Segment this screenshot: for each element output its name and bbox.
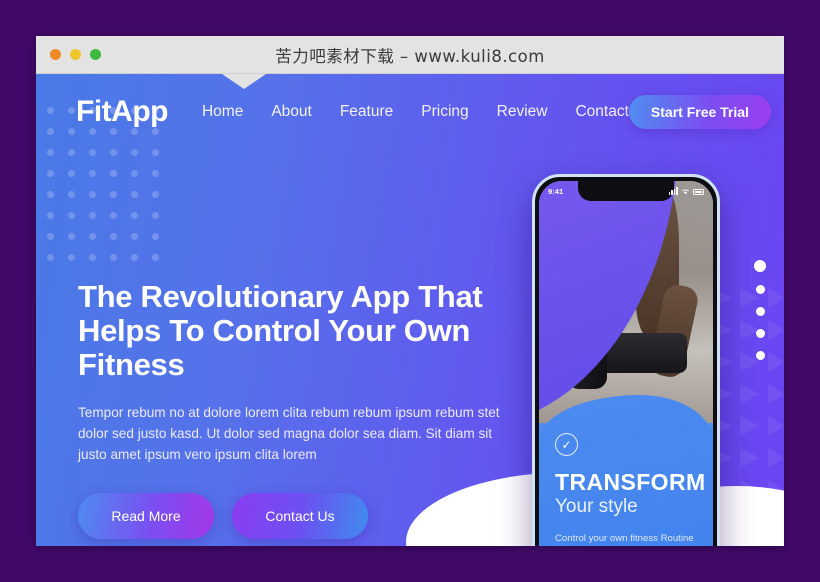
hero-cta-row: Read More Contact Us bbox=[78, 493, 520, 539]
hero-text-block: The Revolutionary App That Helps To Cont… bbox=[78, 150, 520, 546]
nav-link-contact[interactable]: Contact bbox=[575, 103, 628, 121]
phone-mockup-wrapper: ✓ TRANSFORM Your style Control your own … bbox=[532, 150, 720, 546]
contact-us-button[interactable]: Contact Us bbox=[232, 493, 368, 539]
slide-dot-nav bbox=[754, 260, 766, 360]
read-more-button[interactable]: Read More bbox=[78, 493, 214, 539]
nav-link-home[interactable]: Home bbox=[202, 103, 243, 121]
navbar: FitApp Home About Feature Pricing Review… bbox=[36, 74, 784, 150]
hero-section: FitApp Home About Feature Pricing Review… bbox=[36, 74, 784, 546]
phone-mockup: ✓ TRANSFORM Your style Control your own … bbox=[532, 174, 720, 546]
slide-dot-1[interactable] bbox=[754, 260, 766, 272]
phone-card-description: Control your own fitness Routine where e… bbox=[555, 533, 694, 544]
nav-link-about[interactable]: About bbox=[271, 103, 312, 121]
wifi-icon bbox=[682, 189, 689, 194]
phone-status-bar: 9:41 bbox=[539, 183, 713, 199]
phone-hero-photo bbox=[539, 181, 713, 427]
status-time: 9:41 bbox=[548, 186, 564, 196]
hero-body: The Revolutionary App That Helps To Cont… bbox=[36, 150, 784, 546]
slide-dot-5[interactable] bbox=[755, 351, 765, 360]
phone-content-card: ✓ TRANSFORM Your style Control your own … bbox=[539, 395, 713, 546]
hero-headline: The Revolutionary App That Helps To Cont… bbox=[78, 279, 483, 382]
phone-card-subtitle: Your style bbox=[555, 496, 638, 517]
slide-dot-2[interactable] bbox=[755, 285, 765, 294]
nav-link-pricing[interactable]: Pricing bbox=[421, 103, 468, 121]
nav-links: Home About Feature Pricing Review Contac… bbox=[202, 103, 629, 121]
signal-icon bbox=[668, 187, 678, 195]
window-title: 苦力吧素材下载 – www.kuli8.com bbox=[275, 46, 545, 66]
browser-titlebar: 苦力吧素材下载 – www.kuli8.com bbox=[36, 36, 784, 74]
slide-dot-4[interactable] bbox=[755, 329, 765, 338]
logo[interactable]: FitApp bbox=[76, 95, 168, 129]
battery-icon bbox=[693, 188, 704, 195]
browser-window: 苦力吧素材下载 – www.kuli8.com FitApp Home Abou… bbox=[36, 36, 784, 546]
check-circle-icon: ✓ bbox=[555, 433, 578, 456]
hero-subtext: Tempor rebum no at dolore lorem clita re… bbox=[78, 405, 500, 462]
nav-link-review[interactable]: Review bbox=[497, 103, 548, 121]
phone-card-title: TRANSFORM bbox=[555, 469, 706, 495]
start-free-trial-button[interactable]: Start Free Trial bbox=[628, 95, 771, 129]
slide-dot-3[interactable] bbox=[755, 307, 765, 316]
status-icons bbox=[668, 187, 704, 195]
phone-screen: ✓ TRANSFORM Your style Control your own … bbox=[539, 181, 713, 546]
nav-link-feature[interactable]: Feature bbox=[340, 103, 393, 121]
